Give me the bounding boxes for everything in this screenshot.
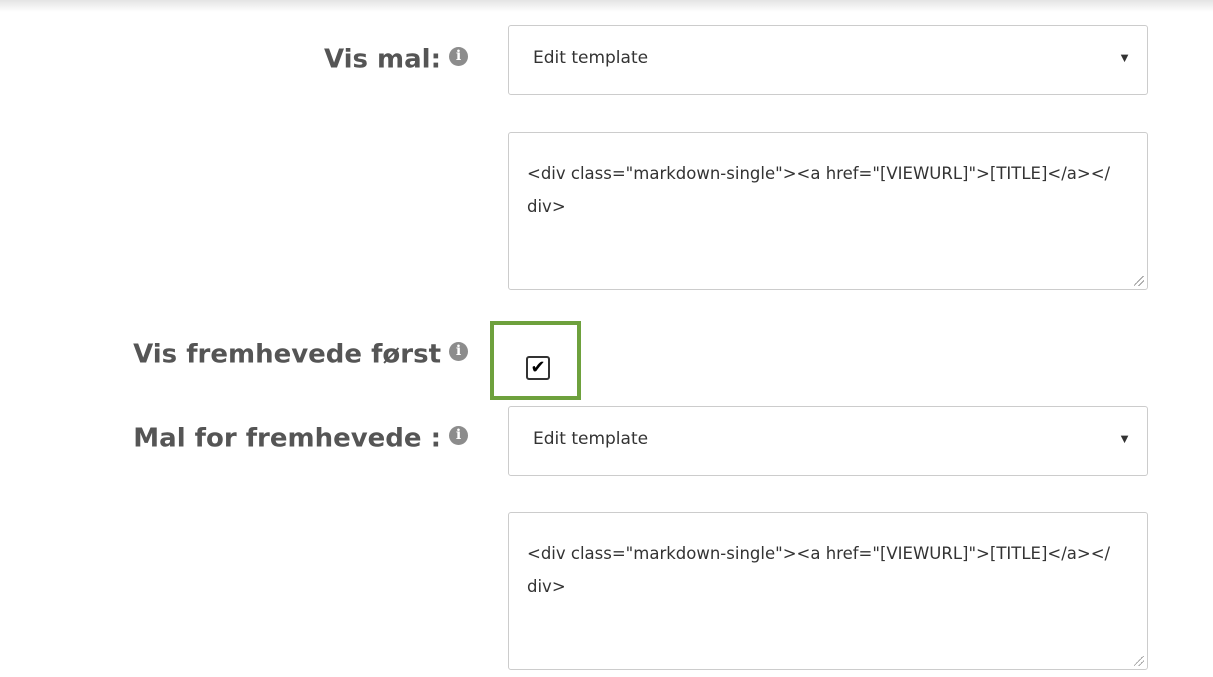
label-mal-for-fremhevede: Mal for fremhevede : i bbox=[133, 423, 468, 454]
info-icon[interactable]: i bbox=[449, 342, 468, 361]
label-vis-fremhevede-forst: Vis fremhevede først i bbox=[133, 339, 468, 370]
featured-template-select[interactable]: Edit template ▼ bbox=[508, 406, 1148, 476]
label-text: Vis fremhevede først bbox=[133, 339, 441, 370]
resize-handle-icon[interactable] bbox=[1134, 656, 1144, 666]
label-text: Vis mal: bbox=[323, 44, 441, 75]
caret-down-icon: ▼ bbox=[1118, 50, 1131, 65]
select-value: Edit template bbox=[533, 48, 649, 68]
view-template-select[interactable]: Edit template ▼ bbox=[508, 25, 1148, 95]
info-icon[interactable]: i bbox=[449, 426, 468, 445]
top-shadow bbox=[0, 0, 1213, 12]
textarea-content: <div class="markdown-single"><a href="[V… bbox=[527, 544, 1111, 596]
textarea-content: <div class="markdown-single"><a href="[V… bbox=[527, 164, 1111, 216]
select-value: Edit template bbox=[533, 429, 649, 449]
view-template-textarea[interactable]: <div class="markdown-single"><a href="[V… bbox=[508, 132, 1148, 290]
info-icon[interactable]: i bbox=[449, 47, 468, 66]
show-featured-first-checkbox[interactable]: ✔ bbox=[526, 356, 550, 380]
label-vis-mal: Vis mal: i bbox=[324, 44, 468, 75]
featured-template-textarea[interactable]: <div class="markdown-single"><a href="[V… bbox=[508, 512, 1148, 670]
caret-down-icon: ▼ bbox=[1118, 431, 1131, 446]
resize-handle-icon[interactable] bbox=[1134, 276, 1144, 286]
label-text: Mal for fremhevede : bbox=[133, 423, 441, 454]
